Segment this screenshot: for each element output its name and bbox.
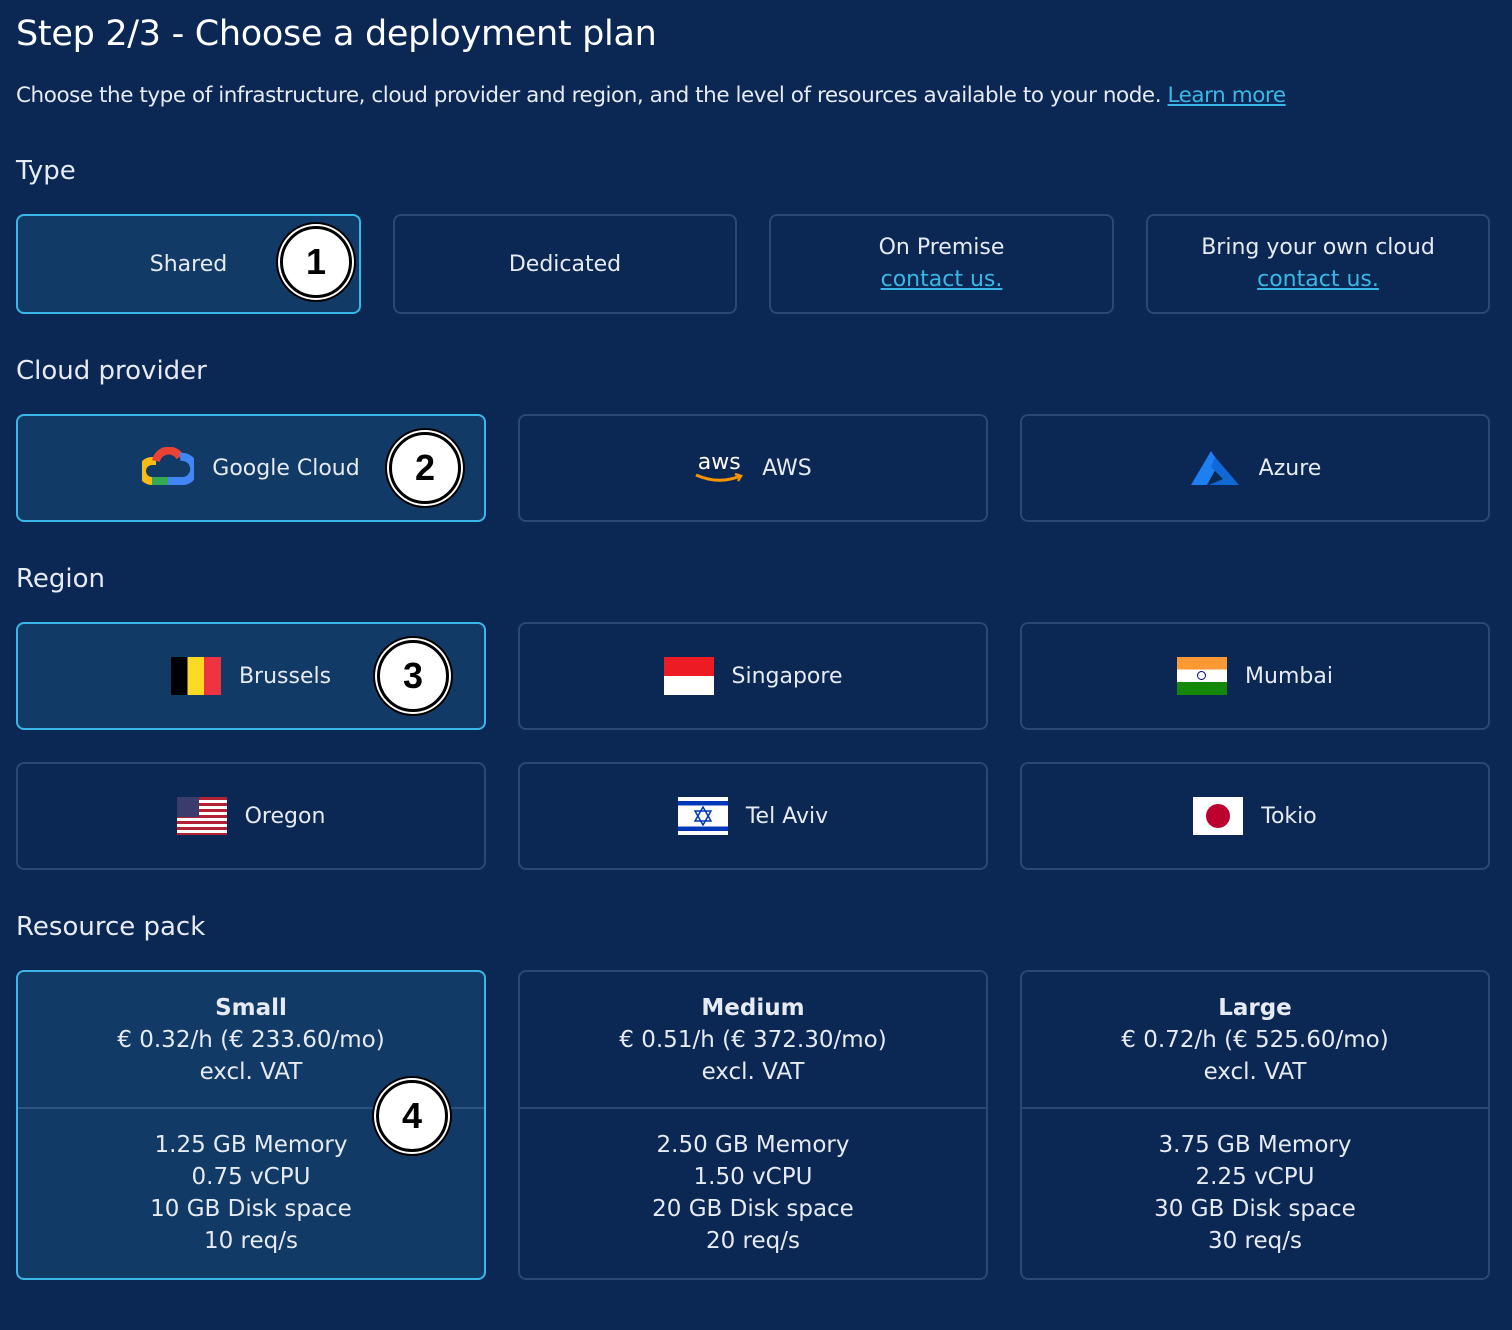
pack-memory: 3.75 GB Memory (1158, 1132, 1352, 1158)
type-option-dedicated[interactable]: Dedicated (393, 214, 737, 314)
region-option-brussels[interactable]: Brussels 3 (16, 622, 486, 730)
aws-icon-text: aws (697, 450, 741, 475)
provider-option-label: AWS (762, 455, 812, 481)
type-option-shared[interactable]: Shared 1 (16, 214, 361, 314)
region-option-label: Singapore (731, 663, 843, 689)
page-subtitle: Choose the type of infrastructure, cloud… (16, 83, 1286, 108)
learn-more-link[interactable]: Learn more (1168, 83, 1287, 108)
belgium-flag-icon (170, 657, 221, 695)
pack-cpu: 0.75 vCPU (191, 1164, 311, 1190)
pack-name: Large (1218, 995, 1292, 1021)
region-option-label: Mumbai (1245, 663, 1333, 689)
israel-flag-icon (677, 797, 728, 835)
pack-name: Small (215, 995, 287, 1021)
region-section-label: Region (16, 564, 106, 594)
pack-cpu: 1.50 vCPU (693, 1164, 813, 1190)
type-option-label: Shared (149, 251, 228, 277)
pack-price: € 0.51/h (€ 372.30/mo) (619, 1027, 887, 1053)
provider-option-google-cloud[interactable]: Google Cloud 2 (16, 414, 486, 522)
type-section-label: Type (16, 156, 76, 186)
provider-option-label: Google Cloud (212, 455, 360, 481)
usa-flag-icon (176, 797, 227, 835)
provider-option-azure[interactable]: Azure (1020, 414, 1490, 522)
pack-cpu: 2.25 vCPU (1195, 1164, 1315, 1190)
region-option-tokio[interactable]: Tokio (1020, 762, 1490, 870)
pack-price: € 0.32/h (€ 233.60/mo) (117, 1027, 385, 1053)
pack-name: Medium (701, 995, 805, 1021)
region-option-label: Tokio (1261, 803, 1317, 829)
region-option-singapore[interactable]: Singapore (518, 622, 988, 730)
type-option-label: Dedicated (508, 251, 622, 277)
resource-pack-medium[interactable]: Medium € 0.51/h (€ 372.30/mo) excl. VAT … (518, 970, 988, 1280)
region-option-mumbai[interactable]: Mumbai (1020, 622, 1490, 730)
step-badge: 4 (376, 1080, 448, 1152)
type-option-label: Bring your own cloud (1201, 235, 1435, 260)
resource-pack-large[interactable]: Large € 0.72/h (€ 525.60/mo) excl. VAT 3… (1020, 970, 1490, 1280)
step-badge: 3 (377, 640, 449, 712)
region-option-label: Tel Aviv (745, 803, 829, 829)
contact-us-link[interactable]: contact us. (881, 267, 1003, 292)
provider-option-label: Azure (1258, 455, 1322, 481)
pack-rate: 30 req/s (1207, 1228, 1302, 1254)
page-title: Step 2/3 - Choose a deployment plan (16, 14, 657, 54)
india-flag-icon (1177, 657, 1228, 695)
subtitle-text: Choose the type of infrastructure, cloud… (16, 83, 1162, 108)
pack-price: € 0.72/h (€ 525.60/mo) (1121, 1027, 1389, 1053)
pack-vat: excl. VAT (701, 1059, 805, 1085)
pack-memory: 2.50 GB Memory (656, 1132, 850, 1158)
azure-icon (1189, 449, 1241, 487)
region-option-tel-aviv[interactable]: Tel Aviv (518, 762, 988, 870)
aws-icon: aws (694, 450, 744, 483)
region-option-oregon[interactable]: Oregon (16, 762, 486, 870)
step-badge: 2 (389, 432, 461, 504)
type-option-on-premise[interactable]: On Premise contact us. (769, 214, 1114, 314)
region-option-label: Brussels (238, 663, 332, 689)
type-option-byoc[interactable]: Bring your own cloud contact us. (1146, 214, 1490, 314)
provider-section-label: Cloud provider (16, 356, 207, 386)
singapore-flag-icon (663, 657, 714, 695)
japan-flag-icon (1193, 797, 1244, 835)
google-cloud-icon (138, 446, 199, 489)
region-option-label: Oregon (244, 803, 326, 829)
pack-rate: 20 req/s (705, 1228, 800, 1254)
provider-option-aws[interactable]: aws AWS (518, 414, 988, 522)
resources-section-label: Resource pack (16, 912, 206, 942)
resource-pack-small[interactable]: Small € 0.32/h (€ 233.60/mo) excl. VAT 1… (16, 970, 486, 1280)
type-option-label: On Premise (878, 235, 1005, 260)
step-badge: 1 (280, 226, 352, 298)
pack-rate: 10 req/s (203, 1228, 298, 1254)
pack-disk: 20 GB Disk space (652, 1196, 854, 1222)
pack-disk: 30 GB Disk space (1154, 1196, 1356, 1222)
pack-vat: excl. VAT (1203, 1059, 1307, 1085)
pack-disk: 10 GB Disk space (150, 1196, 352, 1222)
contact-us-link[interactable]: contact us. (1257, 267, 1379, 292)
